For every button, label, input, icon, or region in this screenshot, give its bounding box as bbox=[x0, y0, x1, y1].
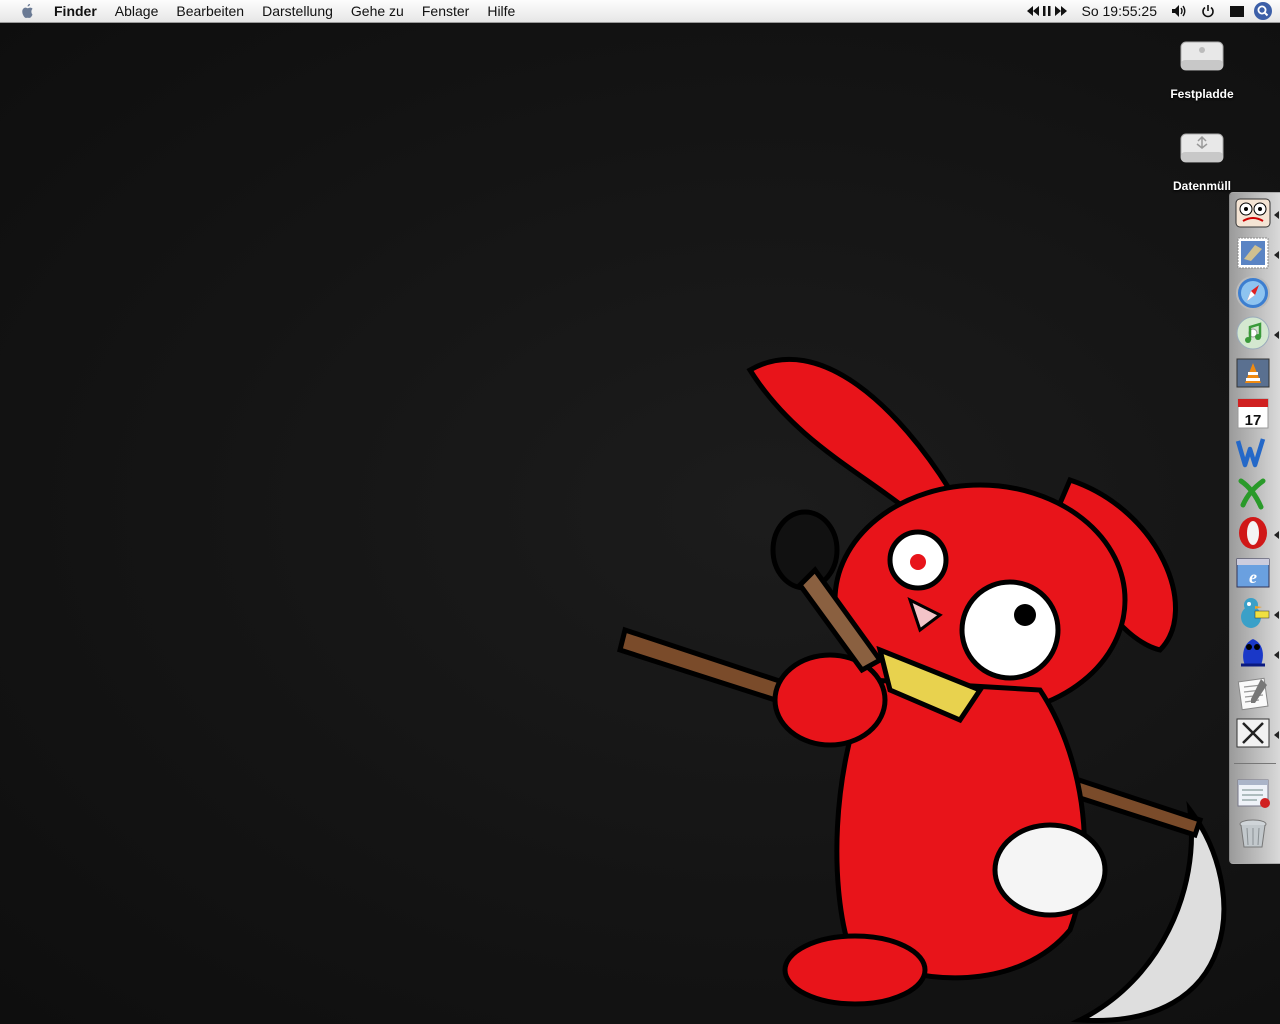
menu-bearbeiten[interactable]: Bearbeiten bbox=[167, 0, 253, 22]
running-indicator bbox=[1274, 611, 1279, 619]
menu-hilfe[interactable]: Hilfe bbox=[478, 0, 524, 22]
downloads-window-icon bbox=[1237, 779, 1270, 808]
wallpaper-rabbit-illustration bbox=[617, 356, 1227, 1023]
dock-item-downloads[interactable] bbox=[1235, 775, 1273, 813]
media-controls-icon[interactable] bbox=[1018, 0, 1074, 22]
dock-item-mail[interactable] bbox=[1235, 235, 1279, 273]
text-document-icon bbox=[1237, 677, 1269, 711]
dock-item-x11[interactable] bbox=[1235, 715, 1279, 753]
dock-item-trash[interactable] bbox=[1235, 815, 1273, 853]
calendar-date: 17 bbox=[1245, 412, 1262, 429]
music-cd-icon bbox=[1236, 316, 1270, 350]
dock-item-ical[interactable]: 17 bbox=[1235, 395, 1273, 433]
desktop-icon-label: Festpladde bbox=[1170, 87, 1234, 101]
apple-menu[interactable] bbox=[0, 0, 54, 22]
dock-item-vlc[interactable] bbox=[1235, 355, 1273, 393]
dock-item-textedit[interactable] bbox=[1235, 675, 1273, 713]
dock-separator bbox=[1234, 763, 1276, 764]
compass-icon bbox=[1236, 276, 1270, 310]
cartoon-face-icon bbox=[1235, 198, 1271, 228]
x11-icon bbox=[1236, 718, 1270, 748]
dock-item-adium[interactable] bbox=[1235, 595, 1279, 633]
mail-stamp-icon bbox=[1237, 237, 1269, 269]
menu-fenster[interactable]: Fenster bbox=[413, 0, 478, 22]
menu-clock[interactable]: So 19:55:25 bbox=[1074, 0, 1164, 22]
running-indicator bbox=[1274, 731, 1279, 739]
menu-ablage[interactable]: Ablage bbox=[106, 0, 168, 22]
power-icon[interactable] bbox=[1194, 0, 1222, 22]
volume-icon[interactable] bbox=[1164, 0, 1194, 22]
ie-browser-icon: e bbox=[1236, 558, 1270, 588]
traffic-cone-icon bbox=[1236, 358, 1270, 388]
calendar-icon: 17 bbox=[1237, 398, 1269, 429]
excel-x-icon bbox=[1238, 478, 1266, 510]
dock: 17 e bbox=[1229, 192, 1280, 864]
trash-icon bbox=[1239, 819, 1267, 848]
hard-drive-icon bbox=[1180, 41, 1224, 71]
running-indicator bbox=[1274, 331, 1279, 339]
desktop-icon-datenmuell[interactable]: Datenmüll bbox=[1157, 130, 1247, 193]
dock-item-itunes[interactable] bbox=[1235, 315, 1279, 353]
running-indicator bbox=[1274, 251, 1279, 259]
usb-drive-icon bbox=[1180, 133, 1224, 163]
menu-finder[interactable]: Finder bbox=[54, 0, 106, 22]
dock-item-cartoon-face-app[interactable] bbox=[1235, 195, 1279, 233]
menu-darstellung[interactable]: Darstellung bbox=[253, 0, 342, 22]
word-w-icon bbox=[1235, 438, 1266, 468]
dock-item-safari[interactable] bbox=[1235, 275, 1273, 313]
duck-icon bbox=[1241, 598, 1270, 628]
dock-item-excel[interactable] bbox=[1235, 475, 1273, 513]
menu-extras: So 19:55:25 bbox=[1018, 0, 1280, 22]
running-indicator bbox=[1274, 211, 1279, 219]
desktop-icon-label: Datenmüll bbox=[1172, 179, 1231, 193]
dock-item-opera[interactable] bbox=[1235, 515, 1279, 553]
dock-item-internet-explorer[interactable]: e bbox=[1235, 555, 1273, 593]
opera-o-icon bbox=[1239, 517, 1267, 549]
blue-frog-icon bbox=[1241, 639, 1265, 667]
dock-item-bluetooth-frog[interactable] bbox=[1235, 635, 1279, 673]
display-icon[interactable] bbox=[1222, 0, 1252, 22]
apple-icon bbox=[22, 3, 33, 18]
running-indicator bbox=[1274, 651, 1279, 659]
desktop-icon-festpladde[interactable]: Festpladde bbox=[1157, 38, 1247, 101]
spotlight-icon[interactable] bbox=[1252, 0, 1274, 22]
running-indicator bbox=[1274, 531, 1279, 539]
svg-text:e: e bbox=[1249, 567, 1257, 587]
menu-gehe-zu[interactable]: Gehe zu bbox=[342, 0, 413, 22]
menu-bar: Finder Ablage Bearbeiten Darstellung Geh… bbox=[0, 0, 1280, 23]
dock-item-word[interactable] bbox=[1235, 435, 1273, 473]
